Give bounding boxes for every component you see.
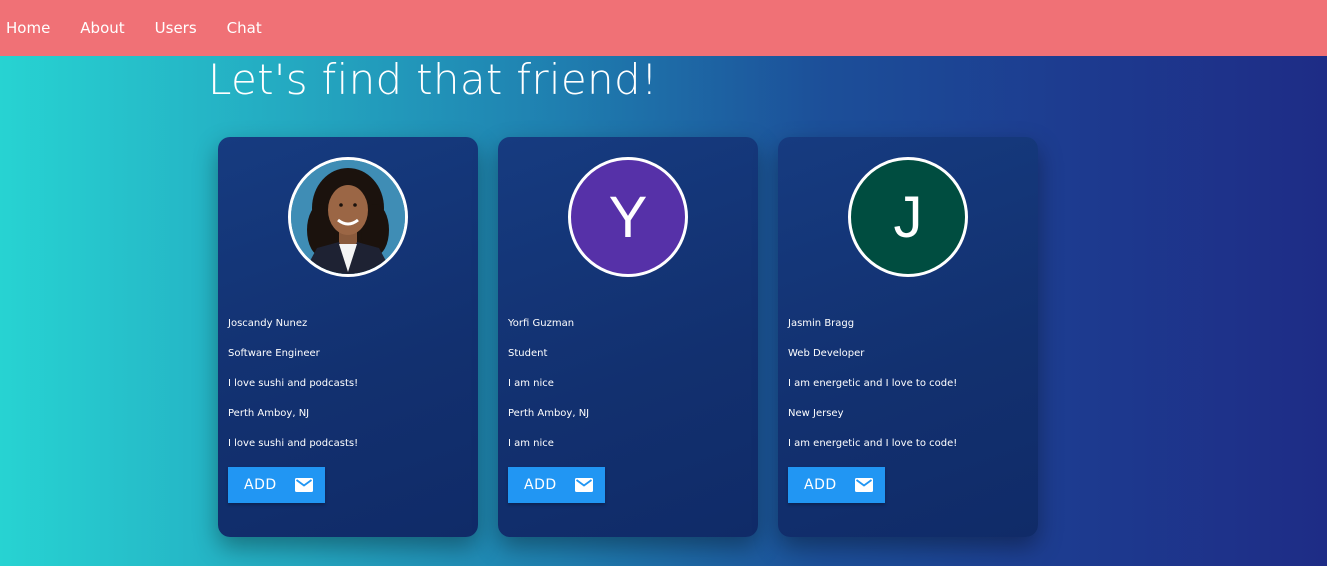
nav-link-users[interactable]: Users	[155, 19, 197, 37]
user-location: Perth Amboy, NJ	[508, 408, 590, 419]
user-bio: I am energetic and I love to code!	[788, 378, 958, 389]
user-occupation: Web Developer	[788, 348, 865, 359]
mail-icon	[574, 478, 593, 492]
user-card: J Jasmin Bragg Web Developer I am energe…	[778, 137, 1038, 537]
avatar: J	[848, 157, 968, 277]
add-friend-button[interactable]: ADD	[788, 467, 885, 503]
page-title: Let's find that friend!	[208, 55, 659, 104]
user-info: Jasmin Bragg Web Developer I am energeti…	[788, 317, 957, 467]
user-bio-repeat: I am nice	[508, 438, 554, 449]
user-name: Joscandy Nunez	[228, 318, 308, 329]
user-location: New Jersey	[788, 408, 844, 419]
add-button-label: ADD	[244, 477, 277, 493]
profile-photo	[291, 160, 405, 274]
avatar-letter: J	[893, 184, 923, 250]
user-info: Yorfi Guzman Student I am nice Perth Amb…	[508, 317, 589, 467]
user-info: Joscandy Nunez Software Engineer I love …	[228, 317, 358, 467]
user-occupation: Software Engineer	[228, 348, 320, 359]
user-name: Jasmin Bragg	[788, 318, 855, 329]
user-name: Yorfi Guzman	[508, 318, 575, 329]
nav-link-chat[interactable]: Chat	[227, 19, 262, 37]
add-button-label: ADD	[804, 477, 837, 493]
avatar	[288, 157, 408, 277]
add-button-label: ADD	[524, 477, 557, 493]
add-friend-button[interactable]: ADD	[508, 467, 605, 503]
avatar-letter: Y	[608, 184, 648, 250]
user-card: Y Yorfi Guzman Student I am nice Perth A…	[498, 137, 758, 537]
user-occupation: Student	[508, 348, 548, 359]
user-bio: I am nice	[508, 378, 554, 389]
nav-link-about[interactable]: About	[80, 19, 124, 37]
avatar: Y	[568, 157, 688, 277]
top-navbar: Home About Users Chat	[0, 0, 1327, 56]
user-card: Joscandy Nunez Software Engineer I love …	[218, 137, 478, 537]
add-friend-button[interactable]: ADD	[228, 467, 325, 503]
mail-icon	[854, 478, 873, 492]
user-location: Perth Amboy, NJ	[228, 408, 310, 419]
user-bio-repeat: I am energetic and I love to code!	[788, 438, 958, 449]
mail-icon	[294, 478, 313, 492]
user-card-list: Joscandy Nunez Software Engineer I love …	[218, 137, 1058, 537]
user-bio-repeat: I love sushi and podcasts!	[228, 438, 359, 449]
nav-link-home[interactable]: Home	[6, 19, 50, 37]
user-bio: I love sushi and podcasts!	[228, 378, 359, 389]
